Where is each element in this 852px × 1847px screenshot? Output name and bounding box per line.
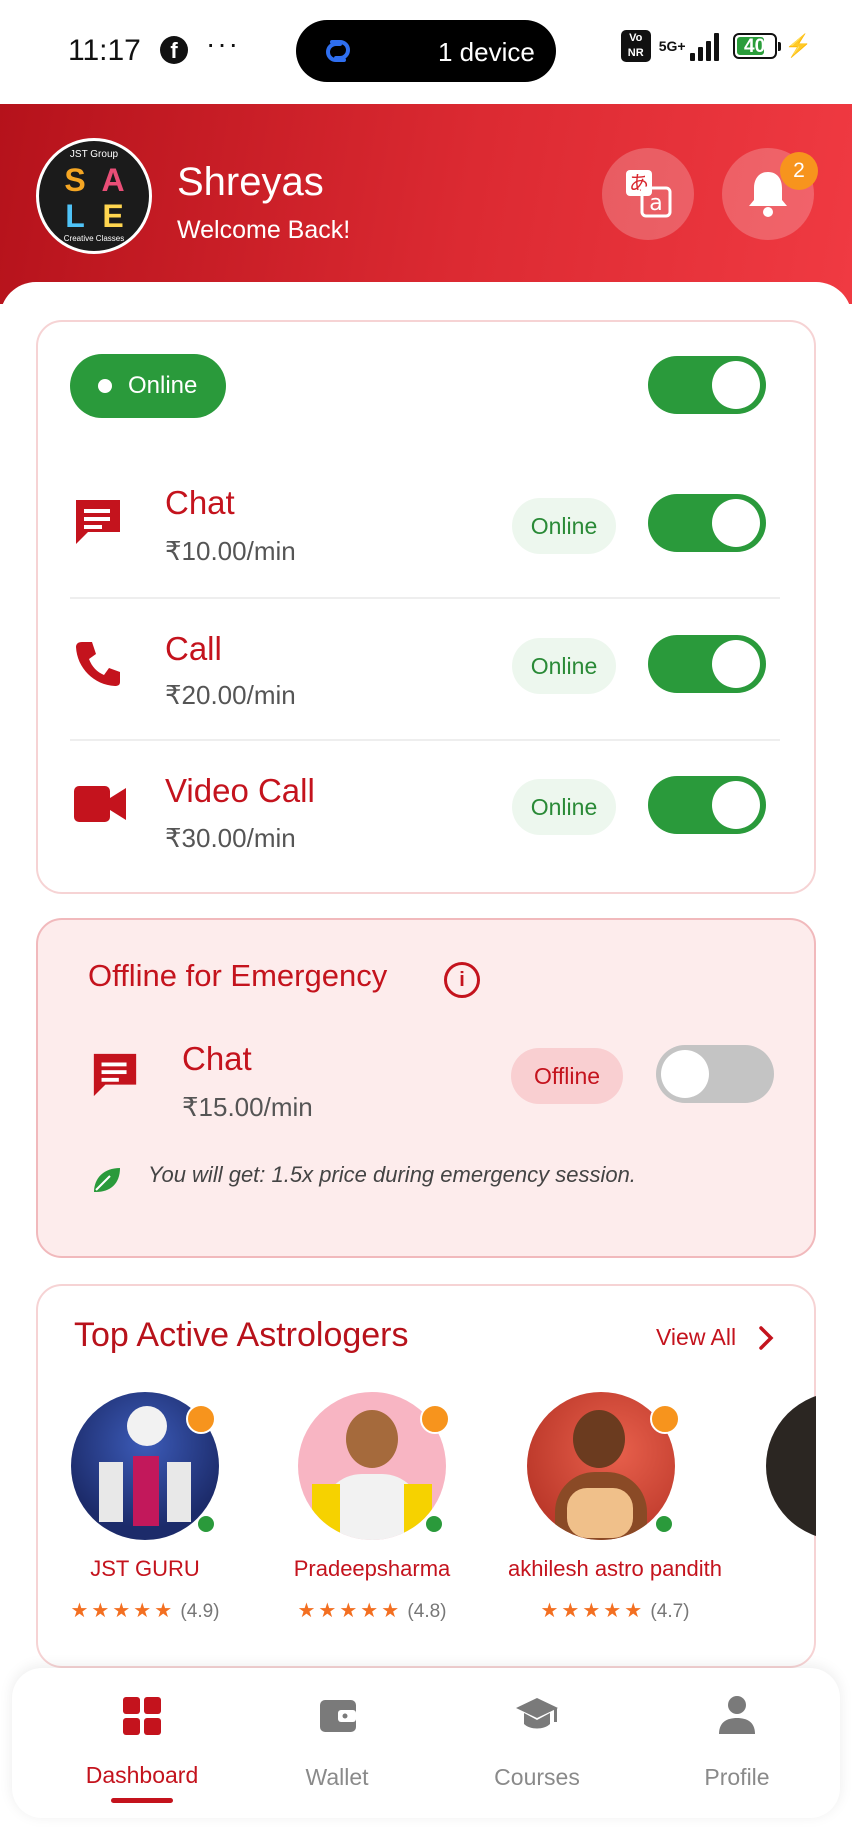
welcome-text: Welcome Back! [177, 216, 351, 244]
bottom-navigation: Dashboard Wallet Courses Profile [12, 1668, 840, 1818]
avatar-letter: S [64, 162, 86, 198]
charging-icon: ⚡ [784, 33, 812, 58]
facebook-icon: f [160, 36, 188, 64]
emergency-note: You will get: 1.5x price during emergenc… [148, 1162, 636, 1187]
astrologer-card[interactable] [40, 1392, 250, 1540]
emergency-service-price: ₹15.00/min [182, 1092, 313, 1122]
status-badge-video-call: Online [512, 779, 616, 835]
notifications-button[interactable]: 2 [722, 148, 818, 240]
master-online-toggle[interactable] [648, 356, 766, 414]
avatar-letter: L [65, 198, 85, 234]
service-title-call: Call [165, 630, 222, 667]
emergency-service-title: Chat [182, 1040, 252, 1077]
rating-value: (4.9) [180, 1601, 220, 1622]
astrologer-rating: ★★★★★ (4.9) [25, 1598, 265, 1623]
call-toggle[interactable] [648, 635, 766, 693]
avatar-logo: S A L E [57, 163, 131, 233]
battery-level: 40 [744, 36, 766, 57]
nav-label: Wallet [305, 1764, 369, 1790]
astrologer-name: Pradeepsharma [293, 1556, 451, 1581]
signal-icon [689, 31, 719, 61]
island-device-count: 1 device [438, 37, 535, 67]
network-type: 5G+ [658, 38, 686, 54]
emergency-title: Offline for Emergency [88, 958, 388, 993]
service-title-video-call: Video Call [165, 772, 315, 809]
status-time: 11:17 [68, 34, 141, 67]
nav-profile[interactable]: Profile [652, 1668, 822, 1818]
more-notifications-icon: ··· [206, 28, 240, 59]
nav-wallet[interactable]: Wallet [262, 1668, 412, 1818]
astrologer-photo [766, 1392, 816, 1540]
avatar-letter: E [102, 198, 124, 234]
chat-toggle[interactable] [648, 494, 766, 552]
nav-label: Profile [704, 1764, 770, 1790]
online-indicator [196, 1514, 216, 1534]
status-indicators: Vo NR 5G+ 40 ⚡ [620, 30, 812, 62]
astrologer-rating: ★★★★★ (4.7) [495, 1598, 735, 1623]
leaf-icon [94, 1168, 120, 1192]
verified-icon [650, 1404, 680, 1434]
dashboard-icon [123, 1697, 161, 1735]
divider [70, 597, 780, 599]
nav-label: Courses [494, 1764, 580, 1790]
svg-text:あ: あ [629, 171, 649, 195]
rating-value: (4.8) [407, 1601, 447, 1622]
chevron-right-icon[interactable] [756, 1324, 776, 1352]
avatar-text-bottom: Creative Classes [63, 234, 125, 243]
astrologer-card-partial[interactable] [766, 1392, 816, 1542]
nav-dashboard[interactable]: Dashboard [52, 1668, 232, 1818]
service-price-call: ₹20.00/min [165, 680, 296, 710]
nav-courses[interactable]: Courses [452, 1668, 622, 1818]
service-price-video-call: ₹30.00/min [165, 823, 296, 853]
chat-icon [76, 500, 120, 544]
svg-text:a: a [649, 191, 662, 216]
service-title-chat: Chat [165, 484, 235, 521]
status-badge-chat: Online [512, 498, 616, 554]
wallet-icon [320, 1700, 356, 1732]
phone-icon [76, 642, 120, 686]
info-icon[interactable]: i [444, 962, 480, 998]
astrologer-name: akhilesh astro pandith [507, 1556, 723, 1581]
notification-badge: 2 [780, 152, 818, 190]
video-call-toggle[interactable] [648, 776, 766, 834]
user-name: Shreyas [177, 160, 324, 204]
rating-stars: ★★★★★ [540, 1600, 646, 1622]
avatar[interactable]: JST Group S A L E Creative Classes [36, 138, 152, 254]
battery-icon: 40 [732, 33, 781, 59]
chat-icon [93, 1053, 137, 1097]
rating-value: (4.7) [650, 1601, 690, 1622]
translate-icon: あ a [626, 170, 672, 218]
app-header: JST Group S A L E Creative Classes Shrey… [0, 104, 852, 304]
verified-icon [186, 1404, 216, 1434]
service-price-chat: ₹10.00/min [165, 536, 296, 566]
volte-icon: Vo NR [620, 30, 651, 62]
divider [70, 739, 780, 741]
avatar-text-top: JST Group [69, 149, 119, 160]
view-all-link[interactable]: View All [656, 1324, 736, 1351]
dynamic-island[interactable]: 1 device [296, 20, 556, 82]
status-badge-call: Online [512, 638, 616, 694]
astrologers-title: Top Active Astrologers [74, 1316, 409, 1354]
status-badge-emergency: Offline [511, 1048, 623, 1104]
online-indicator [424, 1514, 444, 1534]
avatar-letter: A [101, 162, 125, 198]
astrologer-rating: ★★★★★ (4.8) [252, 1598, 492, 1623]
nav-label: Dashboard [85, 1762, 199, 1788]
rating-stars: ★★★★★ [70, 1600, 176, 1622]
online-indicator [654, 1514, 674, 1534]
verified-icon [420, 1404, 450, 1434]
person-icon [719, 1696, 755, 1734]
emergency-chat-toggle[interactable] [656, 1045, 774, 1103]
video-icon [74, 786, 126, 822]
graduation-cap-icon [516, 1698, 558, 1729]
translate-button[interactable]: あ a [602, 148, 694, 240]
status-bar: 11:17 f ··· 1 device Vo NR 5G+ 40 ⚡ [0, 0, 852, 104]
master-status-pill: Online [70, 354, 226, 418]
astrologer-name: JST GURU [90, 1556, 200, 1581]
link-icon [326, 40, 350, 62]
active-indicator [111, 1798, 173, 1803]
rating-stars: ★★★★★ [297, 1600, 403, 1622]
